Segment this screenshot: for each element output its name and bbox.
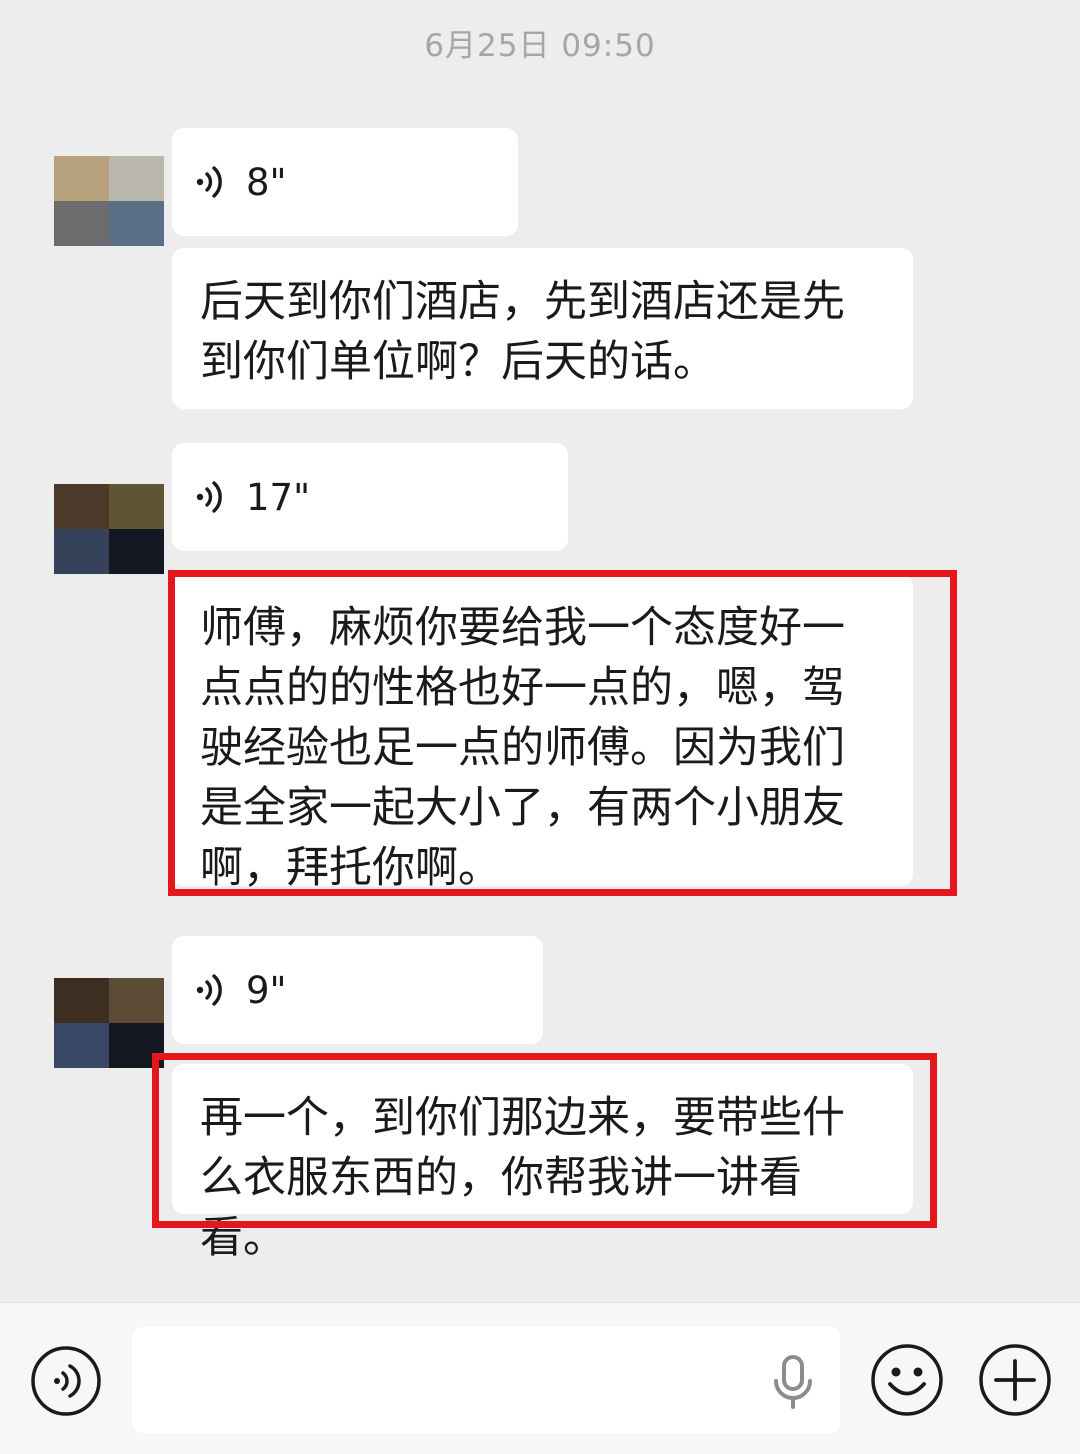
voice-duration: 8" [246, 160, 287, 204]
emoji-icon[interactable] [870, 1343, 944, 1417]
voice-wave-icon [196, 481, 222, 513]
text-message[interactable]: 后天到你们酒店，先到酒店还是先到你们单位啊？后天的话。 [172, 248, 913, 409]
plus-icon[interactable] [978, 1343, 1052, 1417]
input-bar [0, 1302, 1080, 1454]
avatar[interactable] [54, 156, 164, 246]
avatar[interactable] [54, 484, 164, 574]
chat-timestamp: 6月25日 09:50 [424, 28, 656, 64]
message-input[interactable] [132, 1327, 840, 1433]
voice-wave-icon [196, 166, 222, 198]
avatar[interactable] [54, 978, 164, 1068]
voice-message[interactable]: 8" [172, 128, 518, 236]
voice-duration: 17" [246, 475, 311, 519]
text-message[interactable]: 再一个，到你们那边来，要带些什么衣服东西的，你帮我讲一讲看看。 [172, 1064, 913, 1263]
voice-message[interactable]: 9" [172, 936, 543, 1044]
voice-duration: 9" [246, 968, 287, 1012]
voice-message[interactable]: 17" [172, 443, 568, 551]
microphone-icon[interactable] [772, 1355, 814, 1409]
voice-mode-icon[interactable] [30, 1345, 102, 1417]
text-message[interactable]: 师傅，麻烦你要给我一个态度好一点点的的性格也好一点的，嗯，驾驶经验也足一点的师傅… [172, 574, 913, 893]
voice-wave-icon [196, 974, 222, 1006]
